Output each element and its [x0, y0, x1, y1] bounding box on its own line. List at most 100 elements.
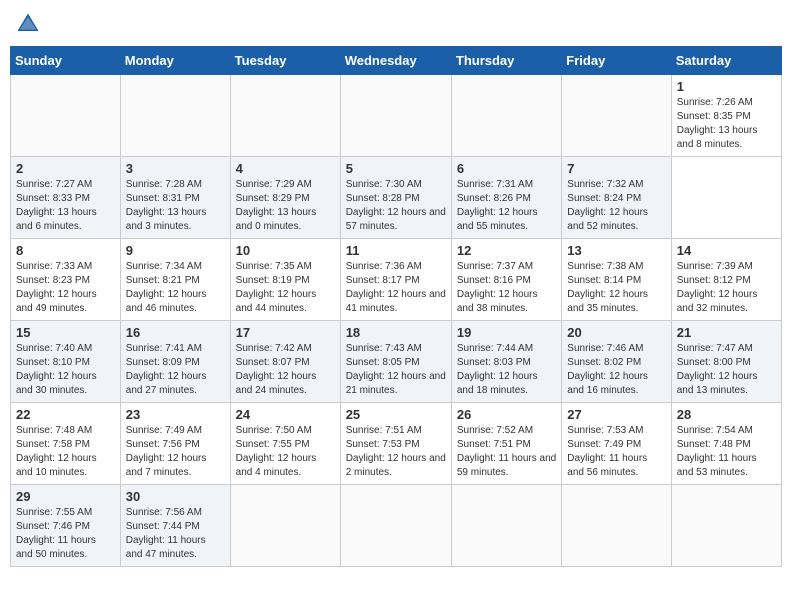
day-info: Sunrise: 7:33 AMSunset: 8:23 PMDaylight:…: [16, 260, 115, 316]
day-number: 18: [346, 325, 446, 340]
table-row: 5 Sunrise: 7:30 AMSunset: 8:28 PMDaylight…: [340, 157, 451, 239]
table-row: [120, 75, 230, 157]
table-row: 9Sunrise: 7:34 AMSunset: 8:21 PMDaylight…: [120, 239, 230, 321]
day-info: Sunrise: 7:50 AMSunset: 7:55 PMDaylight:…: [236, 424, 335, 480]
table-row: 12Sunrise: 7:37 AMSunset: 8:16 PMDayligh…: [451, 239, 561, 321]
day-number: 11: [346, 243, 446, 258]
calendar-week-row: 8Sunrise: 7:33 AMSunset: 8:23 PMDaylight…: [11, 239, 782, 321]
day-info: Sunrise: 7:30 AMSunset: 8:28 PMDaylight:…: [346, 178, 446, 234]
day-number: 13: [567, 243, 665, 258]
logo: [14, 10, 46, 38]
table-row: [562, 75, 671, 157]
table-row: 25Sunrise: 7:51 AMSunset: 7:53 PMDayligh…: [340, 403, 451, 485]
day-info: Sunrise: 7:27 AMSunset: 8:33 PMDaylight:…: [16, 178, 115, 234]
day-info: Sunrise: 7:42 AMSunset: 8:07 PMDaylight:…: [236, 342, 335, 398]
table-row: [451, 75, 561, 157]
table-row: [230, 75, 340, 157]
day-info: Sunrise: 7:43 AMSunset: 8:05 PMDaylight:…: [346, 342, 446, 398]
calendar-header-row: Sunday Monday Tuesday Wednesday Thursday…: [11, 47, 782, 75]
table-row: 30Sunrise: 7:56 AMSunset: 7:44 PMDayligh…: [120, 485, 230, 567]
col-thursday: Thursday: [451, 47, 561, 75]
day-info: Sunrise: 7:28 AMSunset: 8:31 PMDaylight:…: [126, 178, 225, 234]
calendar-week-row: 15 Sunrise: 7:40 AMSunset: 8:10 PMDayligh…: [11, 321, 782, 403]
day-number: 27: [567, 407, 665, 422]
day-number: 12: [457, 243, 556, 258]
table-row: 26 Sunrise: 7:52 AMSunset: 7:51 PMDayligh…: [451, 403, 561, 485]
table-row: 13 Sunrise: 7:38 AMSunset: 8:14 PMDayligh…: [562, 239, 671, 321]
table-row: 10 Sunrise: 7:35 AMSunset: 8:19 PMDayligh…: [230, 239, 340, 321]
day-info: Sunrise: 7:26 AMSunset: 8:35 PMDaylight:…: [677, 96, 776, 152]
calendar-week-row: 29 Sunrise: 7:55 AMSunset: 7:46 PMDayligh…: [11, 485, 782, 567]
day-number: 4: [236, 161, 335, 176]
table-row: [11, 75, 121, 157]
calendar-week-row: 22 Sunrise: 7:48 AMSunset: 7:58 PMDayligh…: [11, 403, 782, 485]
col-saturday: Saturday: [671, 47, 781, 75]
day-info: Sunrise: 7:44 AMSunset: 8:03 PMDaylight:…: [457, 342, 556, 398]
col-tuesday: Tuesday: [230, 47, 340, 75]
day-number: 15: [16, 325, 115, 340]
day-info: Sunrise: 7:51 AMSunset: 7:53 PMDaylight:…: [346, 424, 446, 480]
day-info: Sunrise: 7:31 AMSunset: 8:26 PMDaylight:…: [457, 178, 556, 234]
table-row: [340, 75, 451, 157]
day-info: Sunrise: 7:35 AMSunset: 8:19 PMDaylight:…: [236, 260, 335, 316]
day-info: Sunrise: 7:55 AMSunset: 7:46 PMDaylight:…: [16, 506, 115, 562]
table-row: 4 Sunrise: 7:29 AMSunset: 8:29 PMDaylight…: [230, 157, 340, 239]
table-row: [340, 485, 451, 567]
table-row: 21Sunrise: 7:47 AMSunset: 8:00 PMDayligh…: [671, 321, 781, 403]
table-row: 20 Sunrise: 7:46 AMSunset: 8:02 PMDayligh…: [562, 321, 671, 403]
day-number: 22: [16, 407, 115, 422]
header: [10, 10, 782, 38]
day-number: 7: [567, 161, 665, 176]
col-sunday: Sunday: [11, 47, 121, 75]
table-row: 11 Sunrise: 7:36 AMSunset: 8:17 PMDayligh…: [340, 239, 451, 321]
day-info: Sunrise: 7:47 AMSunset: 8:00 PMDaylight:…: [677, 342, 776, 398]
table-row: 22 Sunrise: 7:48 AMSunset: 7:58 PMDayligh…: [11, 403, 121, 485]
table-row: 23 Sunrise: 7:49 AMSunset: 7:56 PMDayligh…: [120, 403, 230, 485]
day-info: Sunrise: 7:41 AMSunset: 8:09 PMDaylight:…: [126, 342, 225, 398]
table-row: 7Sunrise: 7:32 AMSunset: 8:24 PMDaylight…: [562, 157, 671, 239]
day-info: Sunrise: 7:54 AMSunset: 7:48 PMDaylight:…: [677, 424, 776, 480]
day-info: Sunrise: 7:34 AMSunset: 8:21 PMDaylight:…: [126, 260, 225, 316]
day-info: Sunrise: 7:49 AMSunset: 7:56 PMDaylight:…: [126, 424, 225, 480]
day-info: Sunrise: 7:48 AMSunset: 7:58 PMDaylight:…: [16, 424, 115, 480]
day-number: 3: [126, 161, 225, 176]
day-number: 6: [457, 161, 556, 176]
day-info: Sunrise: 7:52 AMSunset: 7:51 PMDaylight:…: [457, 424, 556, 480]
calendar-week-row: 1 Sunrise: 7:26 AMSunset: 8:35 PMDaylight…: [11, 75, 782, 157]
day-number: 16: [126, 325, 225, 340]
day-number: 23: [126, 407, 225, 422]
logo-icon: [14, 10, 42, 38]
table-row: 18 Sunrise: 7:43 AMSunset: 8:05 PMDayligh…: [340, 321, 451, 403]
day-info: Sunrise: 7:53 AMSunset: 7:49 PMDaylight:…: [567, 424, 665, 480]
day-number: 10: [236, 243, 335, 258]
day-number: 26: [457, 407, 556, 422]
table-row: 2Sunrise: 7:27 AMSunset: 8:33 PMDaylight…: [11, 157, 121, 239]
day-info: Sunrise: 7:40 AMSunset: 8:10 PMDaylight:…: [16, 342, 115, 398]
col-monday: Monday: [120, 47, 230, 75]
table-row: 24 Sunrise: 7:50 AMSunset: 7:55 PMDayligh…: [230, 403, 340, 485]
day-number: 19: [457, 325, 556, 340]
day-number: 1: [677, 79, 776, 94]
day-number: 24: [236, 407, 335, 422]
table-row: [451, 485, 561, 567]
day-number: 14: [677, 243, 776, 258]
col-friday: Friday: [562, 47, 671, 75]
calendar-week-row: 2Sunrise: 7:27 AMSunset: 8:33 PMDaylight…: [11, 157, 782, 239]
day-number: 20: [567, 325, 665, 340]
day-info: Sunrise: 7:38 AMSunset: 8:14 PMDaylight:…: [567, 260, 665, 316]
day-info: Sunrise: 7:36 AMSunset: 8:17 PMDaylight:…: [346, 260, 446, 316]
day-number: 29: [16, 489, 115, 504]
table-row: 29 Sunrise: 7:55 AMSunset: 7:46 PMDayligh…: [11, 485, 121, 567]
table-row: [230, 485, 340, 567]
col-wednesday: Wednesday: [340, 47, 451, 75]
table-row: 8Sunrise: 7:33 AMSunset: 8:23 PMDaylight…: [11, 239, 121, 321]
table-row: 28Sunrise: 7:54 AMSunset: 7:48 PMDayligh…: [671, 403, 781, 485]
table-row: 27 Sunrise: 7:53 AMSunset: 7:49 PMDayligh…: [562, 403, 671, 485]
day-info: Sunrise: 7:29 AMSunset: 8:29 PMDaylight:…: [236, 178, 335, 234]
day-info: Sunrise: 7:46 AMSunset: 8:02 PMDaylight:…: [567, 342, 665, 398]
table-row: 19 Sunrise: 7:44 AMSunset: 8:03 PMDayligh…: [451, 321, 561, 403]
table-row: [671, 485, 781, 567]
table-row: 17Sunrise: 7:42 AMSunset: 8:07 PMDayligh…: [230, 321, 340, 403]
day-number: 5: [346, 161, 446, 176]
table-row: [562, 485, 671, 567]
